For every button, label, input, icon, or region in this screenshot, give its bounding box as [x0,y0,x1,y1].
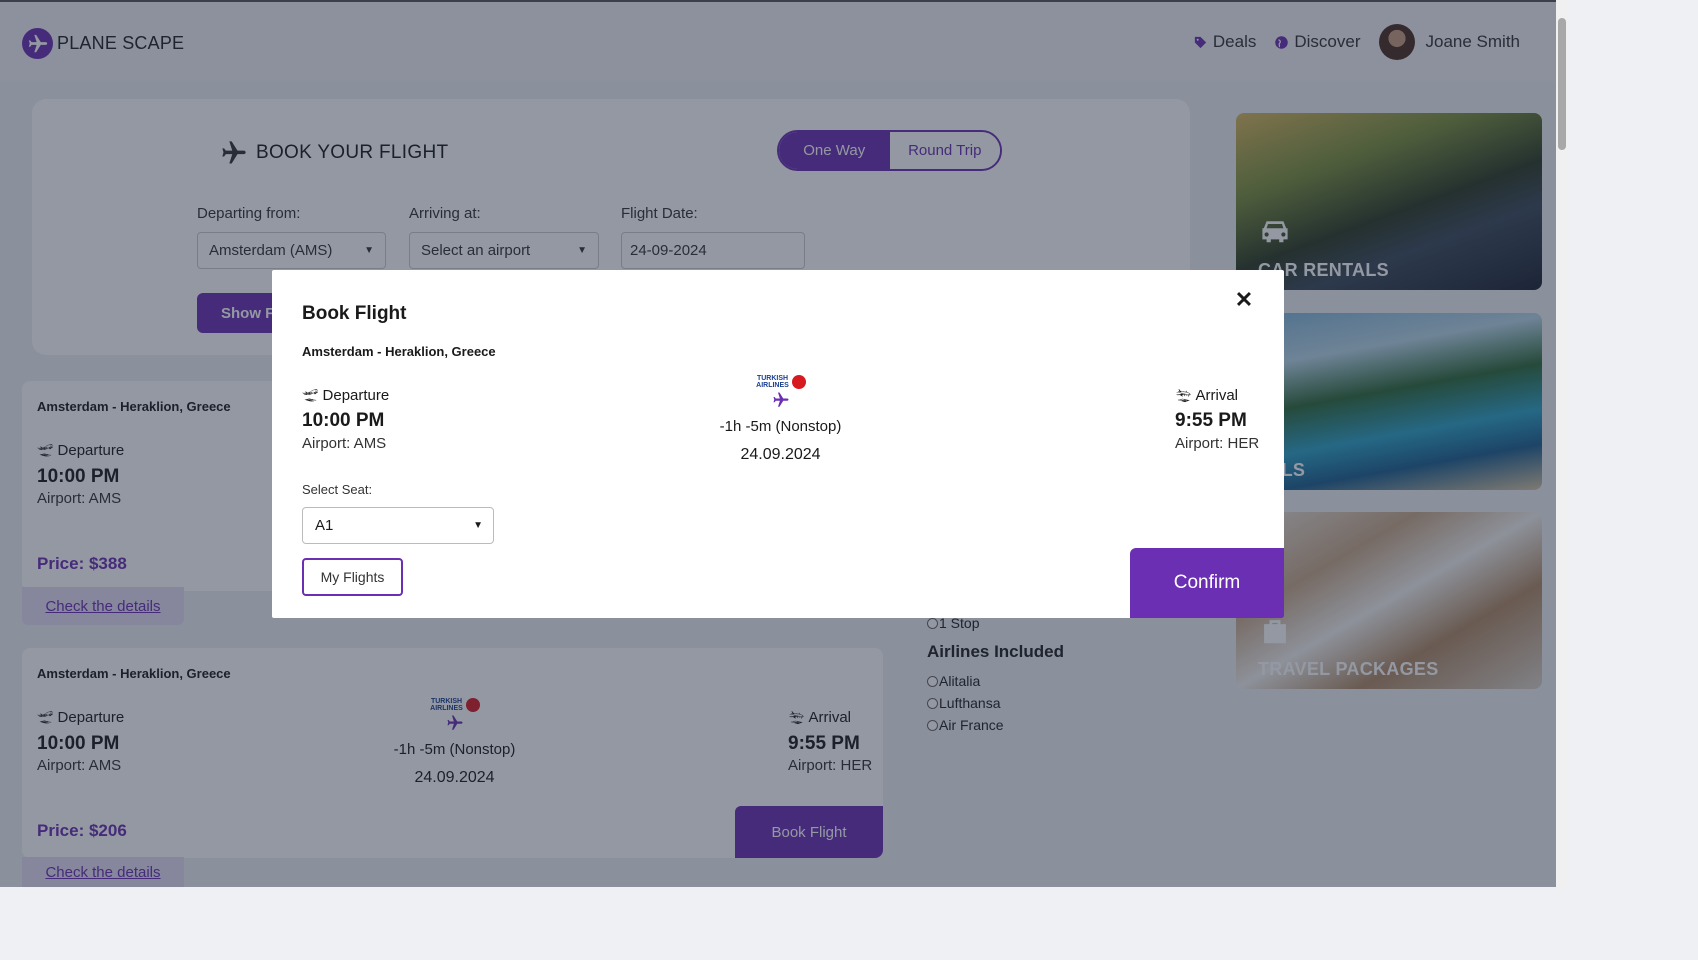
flight-duration: -1h -5m (Nonstop) [719,418,842,435]
flight-summary: TURKISH AIRLINES -1h -5m (Nonstop) 24.09… [708,373,853,464]
seat-value: A1 [315,517,334,534]
arrival-time: 9:55 PM [1175,410,1247,431]
seat-label: Select Seat: [302,482,373,497]
airline-name: TURKISH AIRLINES [756,375,789,389]
confirm-button[interactable]: Confirm [1130,548,1284,618]
departure-label-text: Departure [322,387,390,404]
plane-icon [773,392,788,407]
takeoff-icon: 🛫︎ [302,387,319,403]
modal-title: Book Flight [302,303,407,324]
flight-date: 24.09.2024 [740,446,821,463]
arrival-label-text: Arrival [1195,387,1239,404]
close-icon[interactable]: ✕ [1234,289,1254,311]
my-flights-button[interactable]: My Flights [302,558,403,596]
airline-logo: TURKISH AIRLINES [708,373,853,391]
departure-label: 🛫︎ Departure [302,387,389,404]
seat-select[interactable]: A1 ▼ [302,507,494,544]
landing-icon: 🛬︎ [1175,387,1192,403]
departure-airport: Airport: AMS [302,435,387,452]
chevron-down-icon: ▼ [473,520,483,531]
turkish-airlines-mark-icon [791,375,806,389]
book-flight-modal: Book Flight ✕ Amsterdam - Heraklion, Gre… [272,270,1284,618]
scrollbar-thumb[interactable] [1558,18,1566,150]
modal-route: Amsterdam - Heraklion, Greece [302,344,496,359]
arrival-airport: Airport: HER [1175,435,1260,452]
arrival-label: 🛬︎ Arrival [1175,387,1238,404]
departure-time: 10:00 PM [302,410,385,431]
